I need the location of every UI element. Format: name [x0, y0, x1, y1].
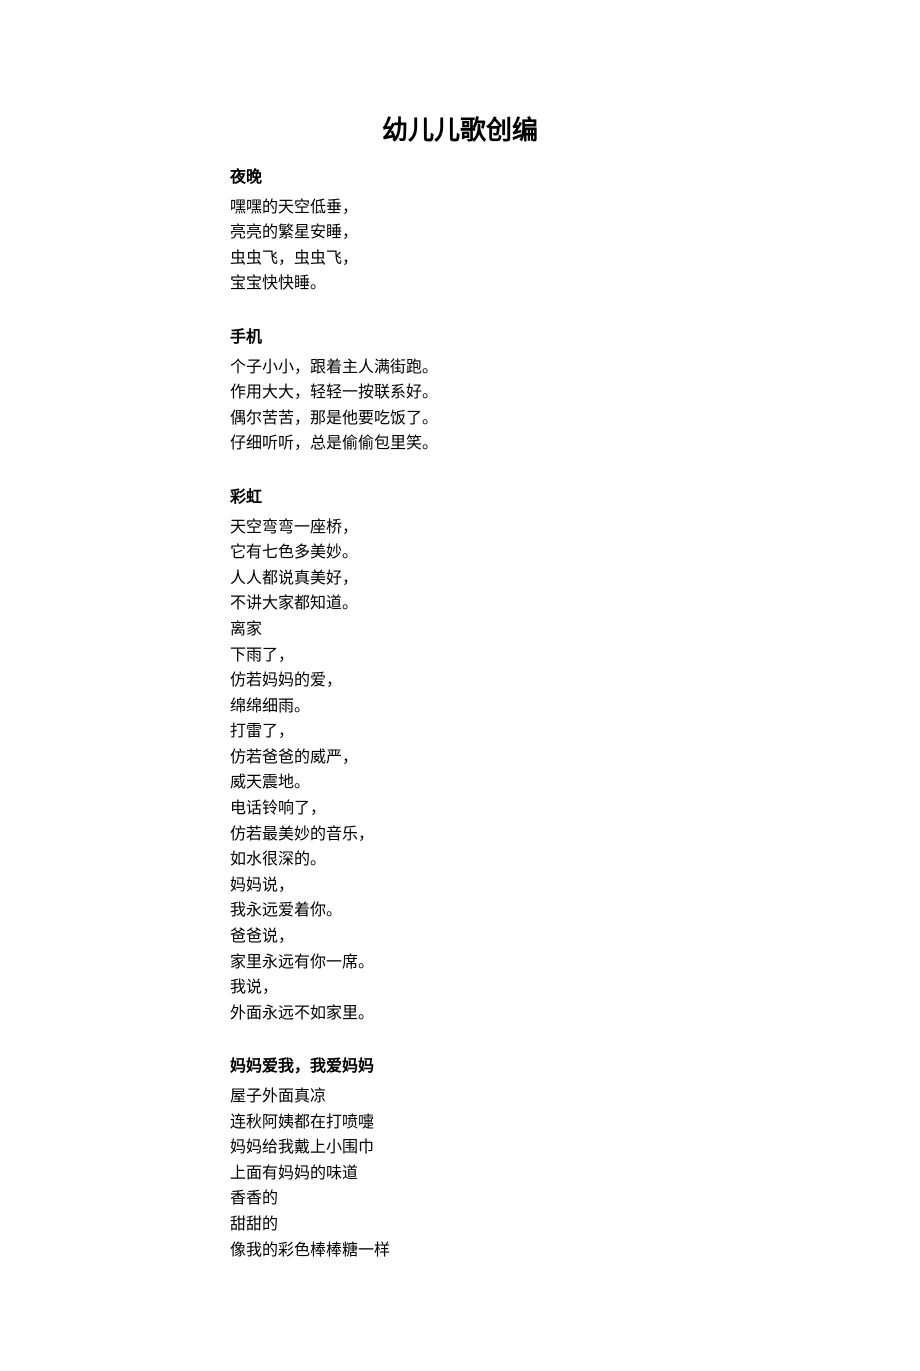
poem-line: 威天震地。: [230, 770, 690, 796]
poem-section: 妈妈爱我，我爱妈妈 屋子外面真凉 连秋阿姨都在打喷嚏 妈妈给我戴上小围巾 上面有…: [230, 1054, 690, 1263]
page-title: 幼儿儿歌创编: [230, 110, 690, 147]
poem-heading: 夜晚: [230, 165, 690, 191]
poem-line: 像我的彩色棒棒糖一样: [230, 1238, 690, 1264]
poem-line: 仿若爸爸的威严，: [230, 745, 690, 771]
document-page: 幼儿儿歌创编 夜晚 嘿嘿的天空低垂， 亮亮的繁星安睡， 虫虫飞，虫虫飞， 宝宝快…: [0, 0, 920, 1371]
poem-line: 嘿嘿的天空低垂，: [230, 195, 690, 221]
poem-line: 虫虫飞，虫虫飞，: [230, 246, 690, 272]
poem-line: 外面永远不如家里。: [230, 1001, 690, 1027]
poem-line: 上面有妈妈的味道: [230, 1161, 690, 1187]
poem-line: 打雷了，: [230, 719, 690, 745]
poem-line: 如水很深的。: [230, 847, 690, 873]
poem-line: 连秋阿姨都在打喷嚏: [230, 1110, 690, 1136]
poem-line: 偶尔苦苦，那是他要吃饭了。: [230, 406, 690, 432]
poem-line: 仿若妈妈的爱，: [230, 668, 690, 694]
poem-heading: 手机: [230, 325, 690, 351]
poem-line: 离家: [230, 617, 690, 643]
poem-heading: 妈妈爱我，我爱妈妈: [230, 1054, 690, 1080]
poem-section: 彩虹 天空弯弯一座桥， 它有七色多美妙。 人人都说真美好， 不讲大家都知道。 离…: [230, 485, 690, 1026]
poem-line: 妈妈给我戴上小围巾: [230, 1135, 690, 1161]
poem-line: 亮亮的繁星安睡，: [230, 220, 690, 246]
poem-line: 作用大大，轻轻一按联系好。: [230, 380, 690, 406]
poem-line: 我说，: [230, 975, 690, 1001]
poem-line: 仿若最美妙的音乐，: [230, 822, 690, 848]
poem-section: 夜晚 嘿嘿的天空低垂， 亮亮的繁星安睡， 虫虫飞，虫虫飞， 宝宝快快睡。: [230, 165, 690, 297]
poem-line: 香香的: [230, 1186, 690, 1212]
poem-heading: 彩虹: [230, 485, 690, 511]
poem-line: 我永远爱着你。: [230, 898, 690, 924]
poem-line: 宝宝快快睡。: [230, 271, 690, 297]
poem-line: 下雨了，: [230, 643, 690, 669]
poem-line: 电话铃响了，: [230, 796, 690, 822]
poem-line: 个子小小，跟着主人满街跑。: [230, 355, 690, 381]
poem-line: 人人都说真美好，: [230, 566, 690, 592]
poem-section: 手机 个子小小，跟着主人满街跑。 作用大大，轻轻一按联系好。 偶尔苦苦，那是他要…: [230, 325, 690, 457]
poem-line: 天空弯弯一座桥，: [230, 515, 690, 541]
poem-line: 不讲大家都知道。: [230, 591, 690, 617]
poem-line: 妈妈说，: [230, 873, 690, 899]
poem-line: 绵绵细雨。: [230, 694, 690, 720]
poem-line: 仔细听听，总是偷偷包里笑。: [230, 431, 690, 457]
poem-line: 屋子外面真凉: [230, 1084, 690, 1110]
poem-line: 家里永远有你一席。: [230, 950, 690, 976]
poem-line: 甜甜的: [230, 1212, 690, 1238]
poem-line: 爸爸说，: [230, 924, 690, 950]
poem-line: 它有七色多美妙。: [230, 540, 690, 566]
